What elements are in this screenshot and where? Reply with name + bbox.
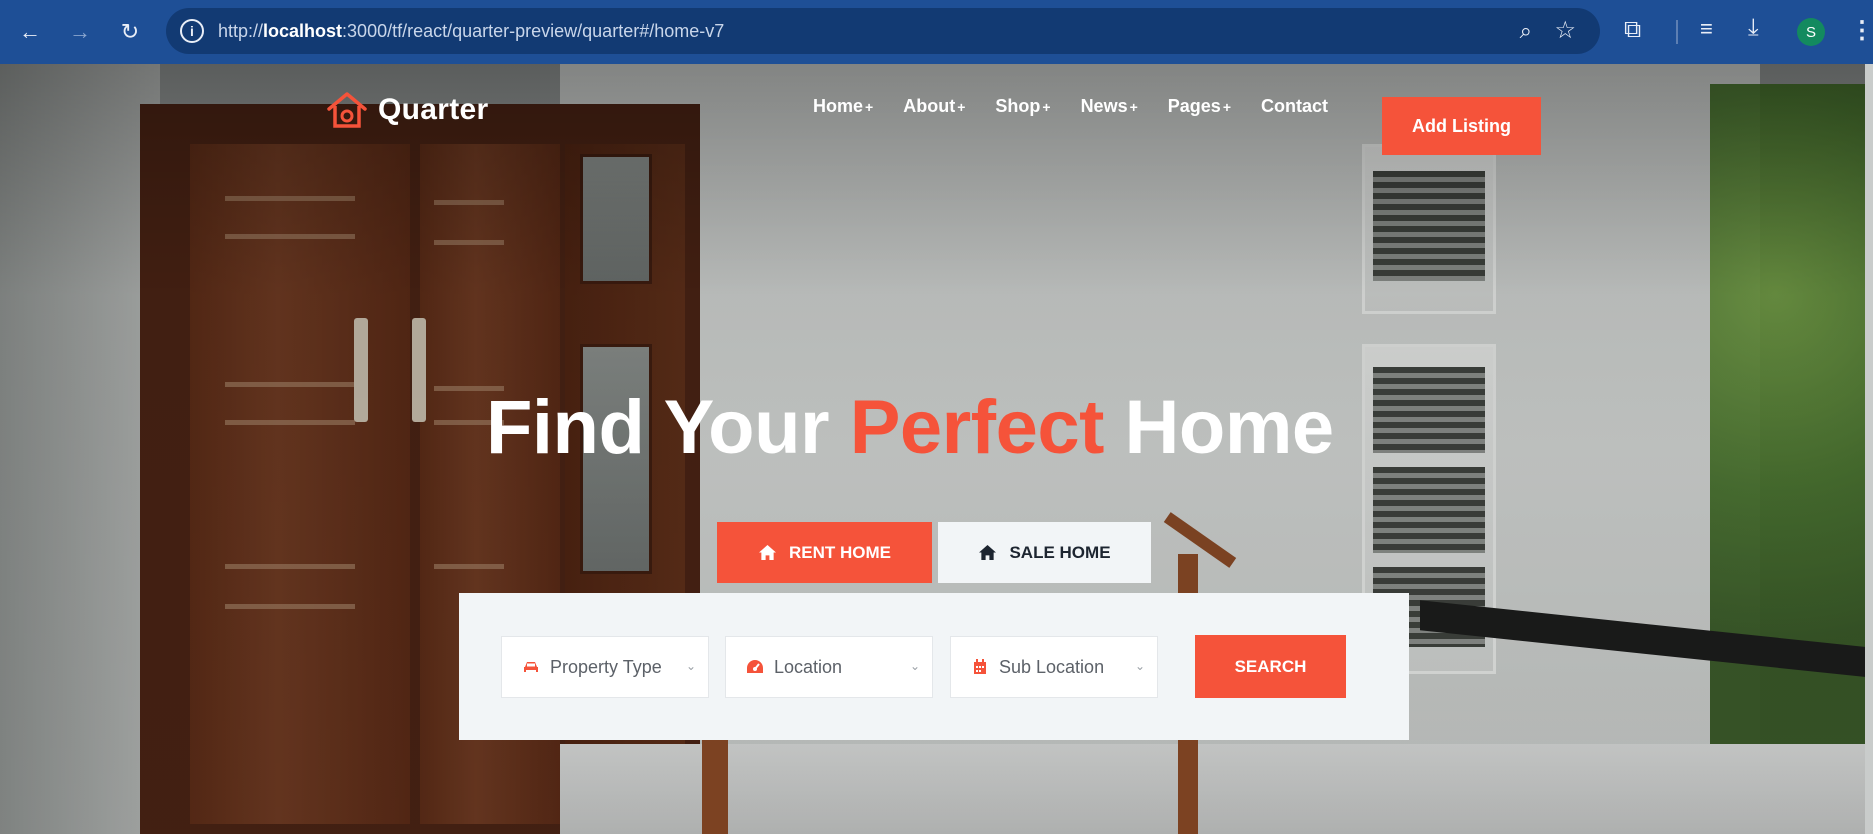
nav-submenu-marker: + (1042, 99, 1051, 115)
tab-label: RENT HOME (789, 542, 891, 562)
search-panel: Property Type ⌄ Location ⌄ Sub Location … (459, 593, 1409, 740)
house-logo-icon (327, 92, 367, 128)
nav-item-news[interactable]: News + (1081, 96, 1138, 117)
search-button[interactable]: SEARCH (1195, 635, 1346, 698)
chevron-down-icon: ⌄ (1134, 659, 1145, 673)
nav-item-shop[interactable]: Shop + (995, 96, 1050, 117)
logo-text: Quarter (378, 93, 489, 126)
location-select[interactable]: Location ⌄ (725, 636, 933, 698)
tab-sale-home[interactable]: SALE HOME (938, 522, 1151, 583)
site-info-icon[interactable]: i (180, 19, 204, 43)
nav-label: Pages (1167, 96, 1221, 116)
nav-item-about[interactable]: About + (903, 96, 965, 117)
toolbar-divider (1676, 20, 1678, 44)
address-url[interactable]: http://localhost:3000/tf/react/quarter-p… (218, 21, 724, 42)
address-bar[interactable]: i http://localhost:3000/tf/react/quarter… (166, 8, 1600, 54)
tab-label: SALE HOME (1009, 542, 1111, 562)
chevron-down-icon: ⌄ (685, 659, 696, 673)
nav-item-pages[interactable]: Pages + (1168, 96, 1231, 117)
home-icon (759, 544, 776, 561)
tab-rent-home[interactable]: RENT HOME (717, 522, 932, 583)
property-type-value: Property Type (550, 656, 662, 677)
site-logo[interactable]: Quarter (326, 90, 488, 130)
property-type-select[interactable]: Property Type ⌄ (501, 636, 709, 698)
nav-label: Shop (995, 96, 1041, 116)
bookmark-star-icon[interactable]: ☆ (1554, 16, 1576, 45)
headline-accent-text: Perfect (849, 385, 1105, 470)
nav-label: News (1080, 96, 1128, 116)
nav-submenu-marker: + (1222, 99, 1232, 115)
sub-location-value: Sub Location (999, 656, 1105, 677)
car-icon (522, 658, 540, 676)
page-viewport: Quarter Home + About + Shop + News + Pages + … (0, 64, 1873, 834)
reload-icon[interactable]: ↻ (116, 18, 144, 46)
profile-avatar[interactable]: S (1797, 18, 1825, 46)
hero-headline: Find Your Perfect Home (486, 384, 1334, 471)
calendar-icon (971, 658, 989, 676)
menu-icon[interactable]: ⋮ (1850, 16, 1873, 45)
headline-text: Home (1103, 385, 1335, 470)
location-value: Location (774, 656, 843, 677)
nav-label: About (903, 96, 956, 116)
browser-toolbar: ← → ↻ i http://localhost:3000/tf/react/q… (0, 0, 1873, 64)
home-icon (979, 544, 997, 561)
url-host: localhost (263, 21, 343, 41)
nav-submenu-marker: + (865, 99, 874, 115)
zoom-icon[interactable]: ⌕ (1520, 18, 1532, 44)
download-icon[interactable]: ⤓ (1748, 14, 1759, 42)
nav-label: Home (813, 96, 864, 116)
back-icon[interactable]: ← (16, 18, 44, 46)
add-listing-button[interactable]: Add Listing (1382, 97, 1541, 155)
extensions-icon[interactable]: ⧉ (1624, 16, 1641, 44)
sub-location-select[interactable]: Sub Location ⌄ (950, 636, 1158, 698)
url-path: :3000/tf/react/quarter-preview/quarter#/… (342, 21, 725, 41)
nav-item-contact[interactable]: Contact (1261, 96, 1328, 117)
forward-icon[interactable]: → (66, 18, 94, 46)
page-scrollbar[interactable] (1865, 64, 1873, 834)
nav-submenu-marker: + (1129, 99, 1138, 115)
media-control-icon[interactable]: ≡ (1700, 16, 1713, 42)
nav-label: Contact (1261, 96, 1329, 116)
url-scheme: http:// (218, 21, 264, 41)
main-nav: Home + About + Shop + News + Pages + Contact (813, 96, 1328, 117)
nav-item-home[interactable]: Home + (813, 96, 873, 117)
gauge-icon (746, 658, 764, 676)
nav-submenu-marker: + (957, 99, 966, 115)
headline-text: Find Your (486, 385, 850, 470)
chevron-down-icon: ⌄ (909, 659, 920, 673)
